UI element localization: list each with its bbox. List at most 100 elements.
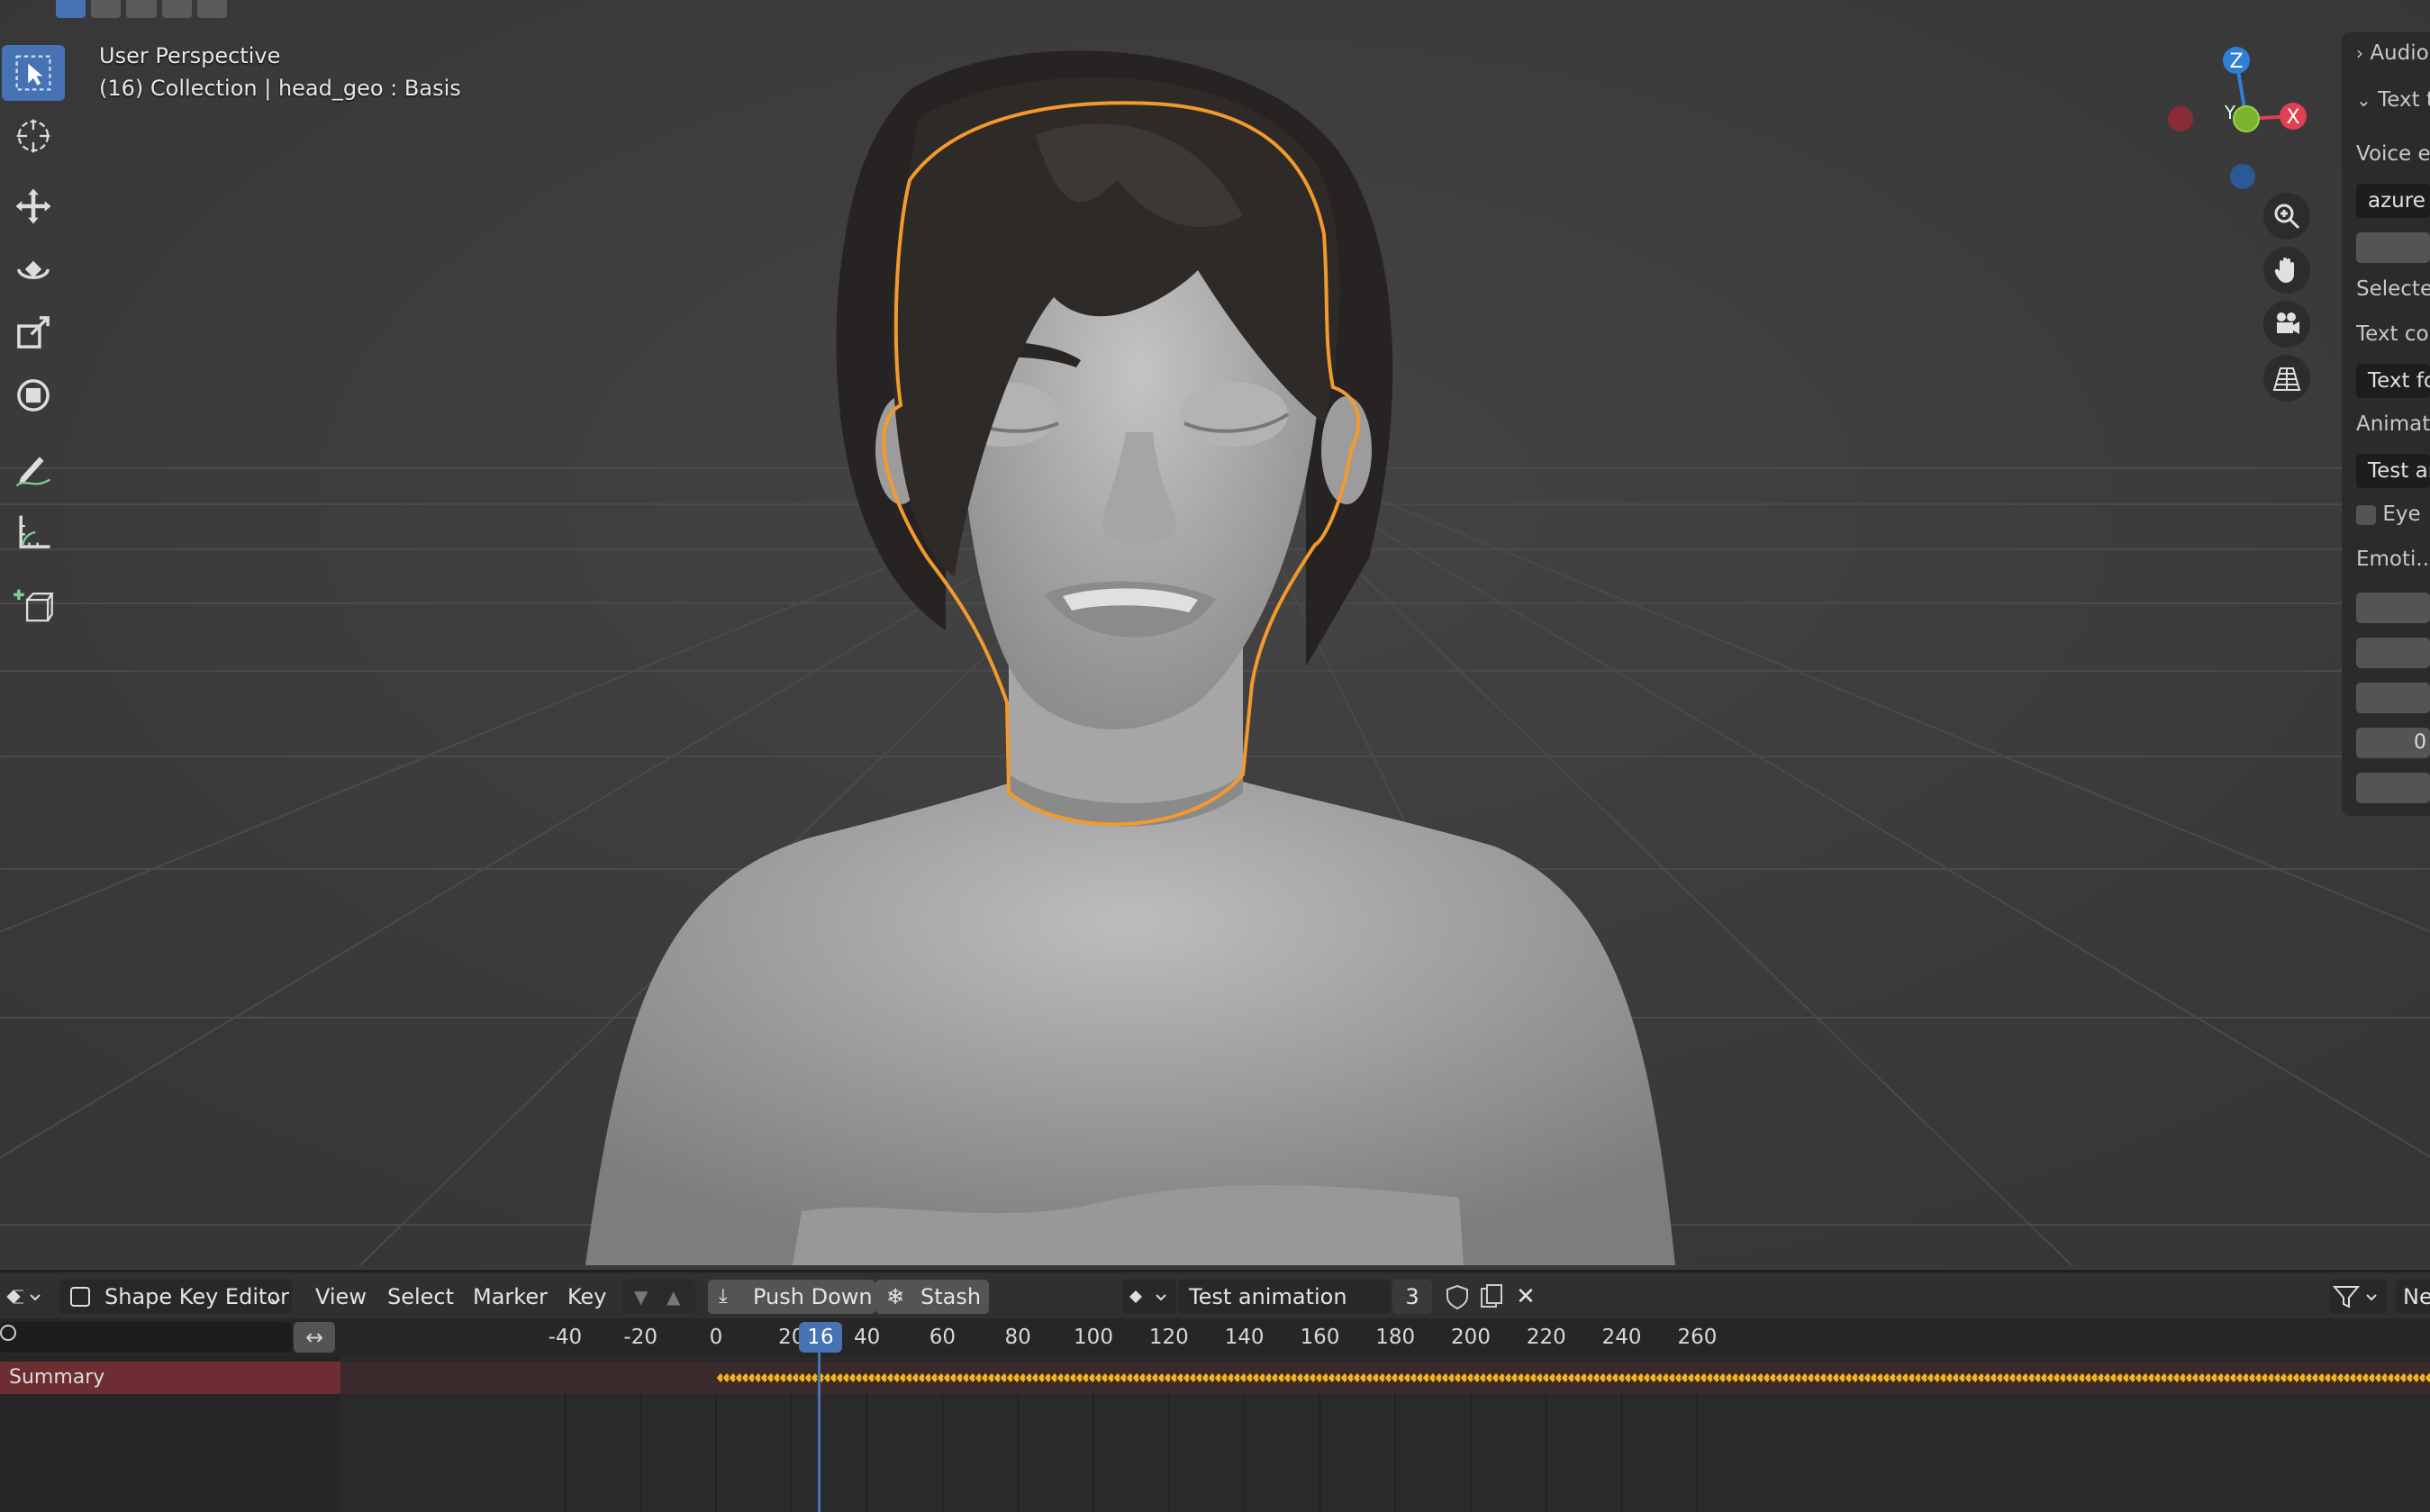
neg-z-axis	[2230, 164, 2255, 189]
z-axis-label: Z	[2229, 50, 2243, 73]
scale-icon[interactable]	[2, 304, 65, 360]
time-ruler[interactable]: ↔ -40 -20 0 20 40 60 80 100 120 140 160 180 200 220 24…	[0, 1318, 2430, 1356]
transform-icon[interactable]	[2, 367, 65, 423]
editor-header: Shape Key Editor ⌄ View Select Marker Ke…	[0, 1270, 2430, 1321]
voice-engine-field[interactable]: azure	[2356, 184, 2430, 218]
zoom-icon[interactable]	[2263, 193, 2310, 240]
snowflake-icon: ❄	[886, 1284, 905, 1309]
3d-viewport[interactable]: User Perspective (16) Collection | head_…	[0, 0, 2430, 1265]
animation-label: Animati	[2356, 412, 2430, 436]
sidebar-value-field[interactable]: 0	[2356, 728, 2430, 758]
sidebar-panel: › Audio ⌄ Text t Voice e azure Selecte T…	[2342, 32, 2430, 816]
menu-view[interactable]: View	[315, 1272, 367, 1321]
action-name-field[interactable]: Test animation	[1178, 1280, 1391, 1314]
editor-type-dropdown[interactable]	[4, 1272, 47, 1321]
selected-label: Selecte	[2356, 277, 2430, 301]
playhead-line[interactable]	[818, 1336, 821, 1512]
object-info-label: (16) Collection | head_geo : Basis	[99, 76, 461, 101]
shape-key-icon	[70, 1287, 90, 1307]
filter-dropdown[interactable]	[2329, 1280, 2387, 1314]
sidebar-button-4[interactable]	[2356, 683, 2430, 713]
menu-key[interactable]: Key	[567, 1272, 607, 1321]
duplicate-action-icon[interactable]	[1473, 1272, 1510, 1321]
select-mode-group[interactable]	[56, 0, 228, 18]
swap-arrows-icon[interactable]: ↔	[294, 1322, 335, 1353]
text-section-header[interactable]: ⌄ Text t	[2356, 88, 2430, 112]
select-subtract-icon[interactable]	[126, 0, 157, 18]
hand-pan-icon[interactable]	[2263, 247, 2310, 294]
select-new-icon[interactable]	[56, 0, 86, 18]
select-invert-icon[interactable]	[161, 0, 192, 18]
ruler-tick-label: 180	[1375, 1326, 1416, 1349]
chevron-right-icon: ›	[2356, 42, 2363, 64]
unlink-action-icon[interactable]: ✕	[1510, 1272, 1542, 1321]
fake-user-shield-icon[interactable]	[1439, 1272, 1475, 1321]
ruler-tick-label: -40	[548, 1326, 583, 1349]
ruler-tick-label: 240	[1601, 1326, 1642, 1349]
select-extend-icon[interactable]	[91, 0, 122, 18]
grid-perspective-icon[interactable]	[2263, 355, 2310, 402]
y-axis-label: Y	[2224, 102, 2236, 123]
ruler-tick-label: 140	[1224, 1326, 1265, 1349]
mode-dropdown[interactable]: Shape Key Editor ⌄	[59, 1280, 292, 1314]
rotate-icon[interactable]	[2, 241, 65, 297]
ruler-tick-label: -20	[623, 1326, 657, 1349]
mode-label: Shape Key Editor	[104, 1284, 289, 1309]
text-con-label: Text con	[2356, 322, 2430, 346]
sidebar-button-1[interactable]	[2356, 232, 2430, 263]
keyframe-area[interactable]	[340, 1356, 2430, 1512]
new-action-button[interactable]: Ne	[2396, 1280, 2430, 1314]
current-frame-indicator[interactable]: 16	[799, 1322, 842, 1353]
voice-engine-label: Voice e	[2356, 142, 2430, 166]
stash-button[interactable]: ❄ Stash	[875, 1280, 989, 1314]
push-down-button[interactable]: ⤓ Push Down	[708, 1280, 875, 1314]
add-cube-icon[interactable]	[2, 578, 65, 634]
move-down-icon[interactable]: ▼	[634, 1280, 648, 1314]
x-axis-label: X	[2286, 106, 2299, 129]
ruler-tick-label: 260	[1677, 1326, 1718, 1349]
measure-icon[interactable]	[2, 504, 65, 560]
test-animation-field[interactable]: Test an	[2356, 454, 2430, 488]
ruler-tick-label: 160	[1300, 1326, 1340, 1349]
sidebar-button-5[interactable]	[2356, 773, 2430, 803]
menu-marker[interactable]: Marker	[473, 1272, 548, 1321]
action-browse-dropdown[interactable]	[1122, 1280, 1176, 1314]
action-users-count[interactable]: 3	[1392, 1280, 1432, 1314]
perspective-label: User Perspective	[99, 43, 281, 68]
move-icon[interactable]	[2, 178, 65, 234]
eye-checkbox[interactable]	[2356, 504, 2376, 525]
ruler-tick-label: 60	[929, 1326, 957, 1349]
channel-list: Summary	[0, 1356, 340, 1512]
summary-keyframe	[2424, 1372, 2430, 1384]
chevron-down-icon: ⌄	[2356, 89, 2371, 111]
ruler-tick-label: 100	[1074, 1326, 1113, 1349]
viewport-scene	[0, 0, 2430, 1265]
keyframe-track	[564, 1372, 2430, 1512]
select-box-icon[interactable]	[2, 45, 65, 101]
summary-channel[interactable]: Summary	[0, 1362, 340, 1394]
emotion-label: Emoti...	[2356, 548, 2430, 571]
cursor-icon[interactable]	[2, 108, 65, 164]
sidebar-button-2[interactable]	[2356, 593, 2430, 623]
camera-icon[interactable]	[2263, 301, 2310, 348]
eye-checkbox-row[interactable]: Eye	[2356, 502, 2430, 526]
ruler-tick-label: 40	[853, 1326, 881, 1349]
ruler-tick-label: 0	[709, 1326, 723, 1349]
move-up-icon[interactable]: ▲	[666, 1280, 680, 1314]
channel-search-field[interactable]	[0, 1322, 292, 1353]
push-down-icon: ⤓	[719, 1285, 728, 1308]
select-intersect-icon[interactable]	[196, 0, 228, 18]
move-shape-key-group[interactable]: ▼ ▲	[621, 1280, 695, 1314]
search-icon	[0, 1325, 16, 1341]
menu-select[interactable]: Select	[387, 1272, 454, 1321]
ruler-tick-label: 120	[1148, 1326, 1189, 1349]
ruler-tick-label: 80	[1004, 1326, 1031, 1349]
navigation-gizmo[interactable]: Z X Y	[2153, 40, 2324, 202]
audio-section-header[interactable]: › Audio	[2356, 41, 2430, 65]
text-fo-field[interactable]: Text fo	[2356, 364, 2430, 398]
annotate-icon[interactable]	[2, 441, 65, 497]
chevron-down-icon: ⌄	[266, 1284, 285, 1309]
ruler-tick-label: 200	[1451, 1326, 1491, 1349]
sidebar-button-3[interactable]	[2356, 638, 2430, 668]
ruler-tick-label: 220	[1526, 1326, 1566, 1349]
